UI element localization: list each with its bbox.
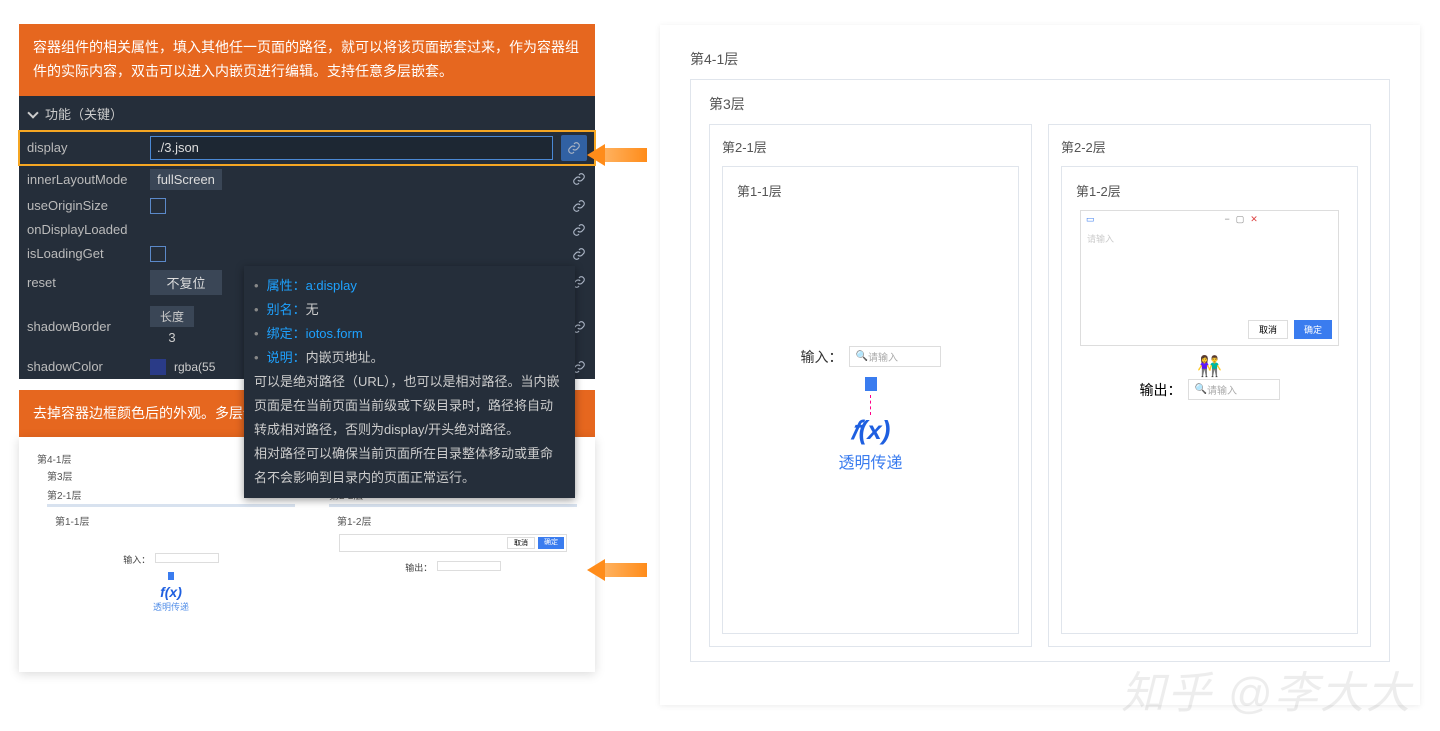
mini-output	[437, 561, 501, 571]
node-icon	[865, 377, 877, 391]
mini-output-label: 输出：	[405, 563, 432, 573]
isloadingget-checkbox[interactable]	[150, 246, 166, 262]
layer-title-12: 第1-2层	[1076, 181, 1343, 200]
maximize-icon[interactable]: ▢	[1236, 214, 1245, 225]
minimize-icon[interactable]: −	[1225, 214, 1230, 225]
dialog-body[interactable]: 请输入	[1081, 228, 1338, 314]
prop-label: innerLayoutMode	[27, 172, 142, 187]
properties-panel: 功能（关键） display innerLayoutMode fullScree…	[19, 96, 595, 379]
layer-label: 第1-2层	[329, 509, 577, 532]
layer-title-3: 第3层	[709, 94, 1371, 114]
fx-label: 透明传递	[801, 449, 941, 473]
layer-title-41: 第4-1层	[690, 49, 1390, 69]
watermark: 知乎 @李大大	[1121, 657, 1412, 721]
layer1-1-box: 第1-1层 输入： 🔍 请输入 𝑓(x) 透明传递	[722, 166, 1019, 634]
prop-row-display[interactable]: display	[19, 131, 595, 165]
confirm-button[interactable]: 确定	[1294, 320, 1332, 339]
prop-label: display	[27, 140, 142, 155]
prop-label: isLoadingGet	[27, 246, 142, 261]
mini-input	[155, 553, 219, 563]
search-input[interactable]: 🔍 请输入	[849, 346, 941, 367]
prop-row-innerlayout: innerLayoutMode fullScreen	[19, 165, 595, 194]
link-icon[interactable]	[561, 135, 587, 161]
arrow-left-icon	[587, 559, 605, 581]
prop-row-isloadingget: isLoadingGet	[19, 242, 595, 266]
dialog-title-icon: ▭	[1086, 214, 1095, 225]
prop-label: useOriginSize	[27, 198, 142, 213]
section-title: 功能（关键）	[45, 104, 123, 123]
link-icon[interactable]	[571, 222, 587, 238]
useoriginsize-checkbox[interactable]	[150, 198, 166, 214]
arrow-left-icon	[587, 144, 605, 166]
link-icon[interactable]	[571, 171, 587, 187]
output-field[interactable]: 🔍 请输入	[1188, 379, 1280, 400]
prop-row-useoriginsize: useOriginSize	[19, 194, 595, 218]
reset-select[interactable]: 不复位	[150, 270, 222, 295]
callout-top: 容器组件的相关属性，填入其他任一页面的路径，就可以将该页面嵌套过来，作为容器组件…	[19, 24, 595, 96]
link-icon[interactable]	[571, 246, 587, 262]
color-value: rgba(55	[174, 360, 215, 374]
section-header-functions[interactable]: 功能（关键）	[19, 96, 595, 131]
cancel-button[interactable]: 取消	[1248, 320, 1288, 339]
mini-box-left: 第1-1层 输入： f(x) 透明传递	[47, 504, 295, 619]
output-label: 输出：	[1140, 380, 1182, 400]
mini-input-label: 输入：	[123, 555, 150, 565]
prop-label: shadowBorder	[27, 319, 142, 334]
color-swatch[interactable]	[150, 359, 166, 375]
input-label: 输入：	[801, 347, 843, 367]
arrow-body	[605, 148, 647, 162]
arrow-body	[605, 563, 647, 577]
prop-row-ondisplayloaded: onDisplayLoaded	[19, 218, 595, 242]
innerlayout-select[interactable]: fullScreen	[150, 169, 222, 190]
mini-box-right: 第1-2层 取消 确定 输出：	[329, 504, 577, 619]
mini-confirm: 确定	[538, 537, 564, 549]
layer-title-11: 第1-1层	[737, 181, 1004, 200]
fx-label: 透明传递	[47, 600, 295, 613]
length-value[interactable]: 3	[150, 327, 194, 348]
property-tooltip: 属性：a:display 别名：无 绑定：iotos.form 说明：内嵌页地址…	[244, 266, 575, 498]
layer-title-21: 第2-1层	[722, 137, 1019, 156]
fx-icon: 𝑓(x)	[801, 415, 941, 447]
layer1-2-box: 第1-2层 ▭ − ▢ ✕ 请输入 取消	[1061, 166, 1358, 634]
prop-label: reset	[27, 275, 142, 290]
right-preview-panel: 第4-1层 第3层 第2-1层 第1-1层 输入： 🔍 请输入 𝑓(x)	[660, 25, 1420, 705]
mini-cancel: 取消	[507, 537, 535, 549]
node-icon	[168, 572, 174, 580]
length-label: 长度	[150, 306, 194, 327]
prop-label: shadowColor	[27, 359, 142, 374]
link-icon[interactable]	[571, 198, 587, 214]
layer-label: 第1-1层	[47, 509, 295, 532]
dialog-mock: ▭ − ▢ ✕ 请输入 取消 确定	[1080, 210, 1339, 346]
chevron-down-icon	[27, 107, 38, 118]
fx-icon: f(x)	[47, 584, 295, 600]
layer-title-22: 第2-2层	[1061, 137, 1358, 156]
connector-line	[870, 395, 871, 415]
prop-label: onDisplayLoaded	[27, 222, 142, 237]
close-icon[interactable]: ✕	[1250, 214, 1258, 225]
display-input[interactable]	[150, 136, 553, 160]
people-icon: 👫	[1197, 356, 1222, 378]
